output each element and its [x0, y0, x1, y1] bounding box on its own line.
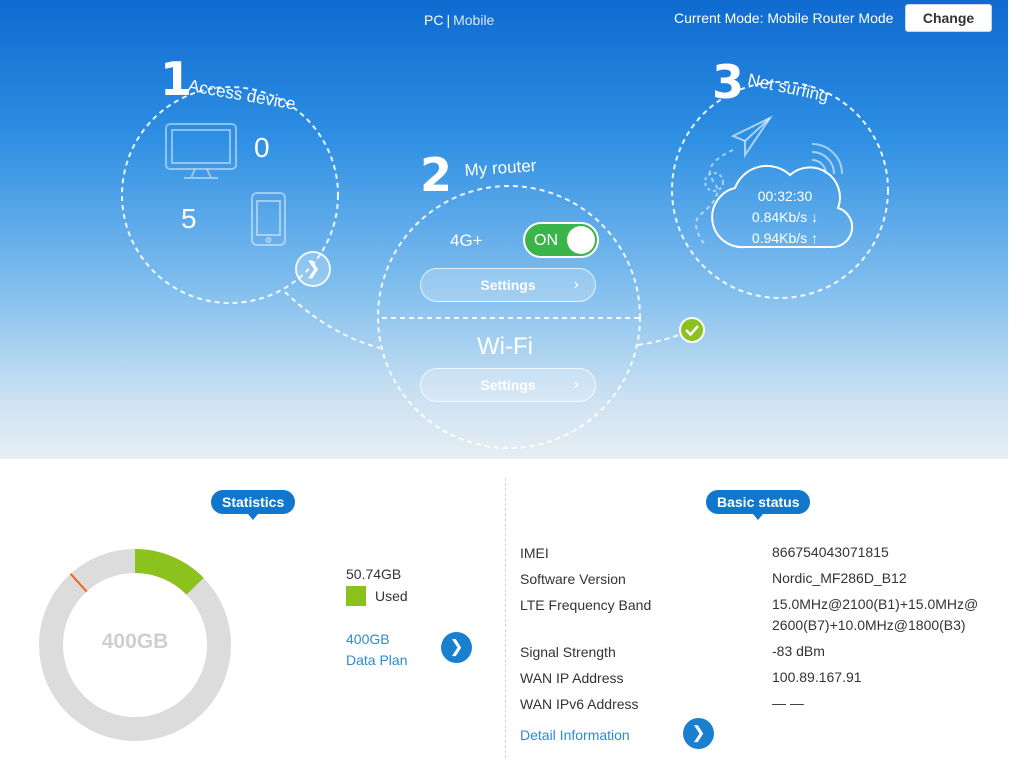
software-version-value: Nordic_MF286D_B12 [772, 570, 907, 586]
step-2-number: 2 [420, 148, 453, 202]
connection-duration: 00:32:30 [757, 188, 813, 204]
hero-panel: PC | Mobile Current Mode: Mobile Router Mo… [0, 0, 1008, 459]
data-plan-value: 400GB [346, 631, 390, 647]
wifi-settings-button[interactable]: Settings › [420, 368, 596, 402]
imei-value: 866754043071815 [772, 544, 889, 560]
step-3-number: 3 [712, 55, 745, 109]
step-1-number: 1 [160, 52, 193, 106]
detail-information-arrow-button[interactable]: ❯ [683, 718, 714, 749]
section-divider [505, 478, 506, 758]
wifi-label: Wi-Fi [477, 333, 533, 360]
change-mode-button[interactable]: Change [905, 4, 992, 32]
view-switch: PC | Mobile [424, 12, 494, 28]
wifi-settings-label: Settings [480, 377, 536, 393]
upload-speed: 0.94Kb/s ↑ [751, 230, 819, 246]
wan-ip-label: WAN IP Address [520, 670, 624, 686]
signal-strength-label: Signal Strength [520, 644, 616, 660]
chevron-right-icon: ❯ [305, 258, 321, 278]
mobile-device-count: 5 [181, 203, 197, 234]
lte-band-value: 15.0MHz@2100(B1)+15.0MHz@ [772, 596, 979, 612]
view-pc-link[interactable]: PC [424, 12, 443, 28]
router-settings-label: Settings [480, 277, 536, 293]
imei-label: IMEI [520, 545, 549, 561]
chevron-right-icon: ❯ [691, 723, 706, 742]
signal-strength-value: -83 dBm [772, 643, 825, 659]
used-legend-label: Used [375, 588, 408, 604]
download-speed: 0.84Kb/s ↓ [751, 209, 819, 225]
access-device-arrow-button[interactable]: ❯ [295, 251, 331, 287]
toggle-knob [567, 226, 595, 254]
lte-band-value-line2: 2600(B7)+10.0MHz@1800(B3) [772, 617, 966, 633]
data-plan-label: Data Plan [346, 652, 408, 668]
data-plan-link[interactable]: 400GB Data Plan [346, 629, 407, 671]
monitor-icon [165, 123, 237, 179]
network-type-label: 4G+ [450, 231, 483, 250]
mobile-data-toggle[interactable]: ON [523, 222, 599, 258]
data-plan-arrow-button[interactable]: ❯ [441, 632, 472, 663]
check-circle-icon [679, 317, 705, 343]
chevron-right-icon: ❯ [449, 637, 464, 656]
pc-device-count: 0 [254, 132, 270, 163]
current-mode-text: Current Mode: Mobile Router Mode [674, 10, 894, 26]
wan-ip-value: 100.89.167.91 [772, 669, 862, 685]
wan-ipv6-value: — — [772, 695, 804, 711]
view-mobile-link[interactable]: Mobile [453, 12, 494, 28]
wan-ipv6-label: WAN IPv6 Address [520, 696, 639, 712]
view-separator: | [446, 12, 451, 28]
detail-information-link[interactable]: Detail Information [520, 727, 630, 743]
data-total-label: 400GB [101, 630, 169, 653]
phone-icon [251, 192, 286, 246]
basic-status-tag: Basic status [706, 490, 811, 520]
statistics-tag: Statistics [211, 490, 296, 520]
signal-icon [811, 143, 843, 175]
used-data-value: 50.74GB [346, 566, 402, 582]
donut-used-arc [134, 549, 204, 596]
connector-left [284, 291, 381, 349]
toggle-state-label: ON [534, 232, 558, 249]
used-legend-swatch [346, 586, 366, 606]
router-settings-button[interactable]: Settings › [420, 268, 596, 302]
chevron-right-icon: › [573, 276, 579, 293]
paper-plane-icon [730, 115, 773, 159]
software-version-label: Software Version [520, 571, 626, 587]
chevron-right-icon: › [573, 376, 579, 393]
lte-band-label: LTE Frequency Band [520, 597, 652, 613]
